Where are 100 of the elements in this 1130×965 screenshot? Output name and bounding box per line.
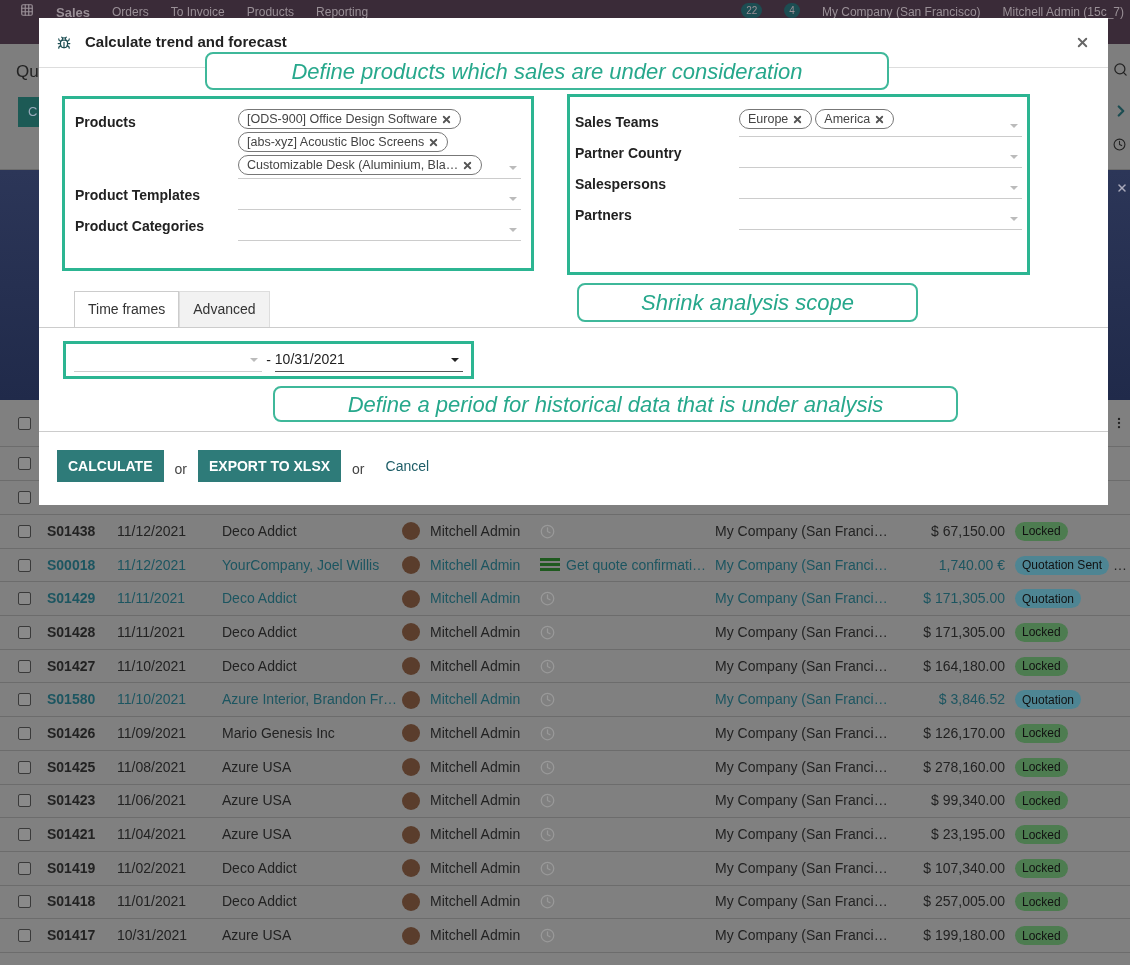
remove-icon[interactable] [874,113,886,125]
order-total: $ 199,180.00 [922,926,1005,946]
order-total: $ 171,305.00 [922,622,1005,642]
order-number: S01438 [47,521,97,541]
field-label: Products [75,113,137,132]
close-icon[interactable] [1116,182,1128,194]
menu-item[interactable]: Reporting [316,3,369,21]
select-field[interactable]: Europe America [739,109,1022,137]
avatar [402,758,420,777]
checkbox[interactable] [18,625,31,639]
avatar [402,859,420,878]
menu-item[interactable]: To Invoice [170,3,225,21]
salesperson-name: Mitchell Admin [430,589,522,609]
remove-icon[interactable] [428,136,440,148]
company-name: My Company (San Franci… [715,521,889,541]
checkbox[interactable] [18,794,31,808]
cancel-link[interactable]: Cancel [375,455,440,477]
checkbox[interactable] [18,760,31,774]
checkbox[interactable] [18,726,31,740]
checkbox[interactable] [18,828,31,842]
user-menu[interactable]: Mitchell Admin (15c_7) [1002,3,1124,21]
order-date: 11/11/2021 [117,589,186,609]
more-indicator: … [1113,555,1128,575]
status-badge: Locked [1015,757,1068,777]
clock-icon[interactable] [1113,138,1126,151]
salesperson-name: Mitchell Admin [430,555,522,575]
checkbox[interactable] [18,457,31,470]
customer-name: Deco Addict [222,892,298,912]
status-badge: Locked [1015,656,1068,676]
activity-icon[interactable] [540,558,560,573]
order-date: 11/08/2021 [117,757,188,777]
order-number: S01426 [47,723,97,743]
status-badge: Locked [1015,926,1068,946]
order-total: $ 278,160.00 [922,757,1005,777]
caret-icon [509,166,517,170]
salesperson-name: Mitchell Admin [430,791,522,811]
company-switcher[interactable]: My Company (San Francisco) [821,3,981,21]
date-to-field[interactable]: 10/31/2021 [274,348,463,372]
remove-icon[interactable] [462,159,474,171]
status-badge: Quotation Sent [1015,555,1110,575]
order-date: 11/10/2021 [117,690,188,710]
order-number: S01419 [47,858,97,878]
customer-name: YourCompany, Joel Willis [222,555,381,575]
checkbox[interactable] [18,416,31,430]
caret-icon [1010,124,1018,128]
company-name: My Company (San Franci… [715,622,889,642]
field-label: Partners [575,206,633,225]
search-icon[interactable] [1113,62,1128,77]
select-field[interactable]: [ODS-900] Office Design Software [abs-xyz] Acoustic Bloc Screens Customizable Desk (Aluminium, Bla… [238,109,521,179]
menu-item[interactable]: Products [246,3,295,21]
order-total: 1,740.00 € [937,555,1005,575]
callout: Shrink analysis scope [577,283,918,322]
customer-name: Deco Addict [222,858,298,878]
checkbox[interactable] [18,929,31,943]
tab[interactable]: Advanced [179,291,270,327]
salesperson-name: Mitchell Admin [430,825,522,845]
company-name: My Company (San Franci… [715,723,889,743]
checkbox[interactable] [18,693,31,707]
bug-icon[interactable] [57,35,71,50]
order-number: S01418 [47,892,97,912]
checkbox[interactable] [18,592,31,606]
tab[interactable]: Time frames [74,291,180,327]
remove-icon[interactable] [441,113,453,125]
close-icon[interactable] [1075,35,1090,50]
customer-name: Azure USA [222,926,293,946]
checkbox[interactable] [18,491,31,504]
company-name: My Company (San Franci… [715,555,889,575]
avatar [402,690,420,709]
activity-count[interactable]: 4 [784,3,800,18]
salesperson-name: Mitchell Admin [430,521,522,541]
order-number: S01417 [47,926,97,946]
order-total: $ 3,846.52 [937,690,1005,710]
order-number: S01580 [47,690,97,710]
discuss-count[interactable]: 22 [741,3,763,18]
company-name: My Company (San Franci… [715,791,889,811]
company-name: My Company (San Franci… [715,656,889,676]
caret-icon [451,358,459,362]
caret-icon [509,197,517,201]
salesperson-name: Mitchell Admin [430,622,522,642]
checkbox[interactable] [18,524,31,538]
action-button[interactable]: EXPORT TO XLSX [197,450,342,482]
order-date: 10/31/2021 [117,926,189,946]
action-button[interactable]: CALCULATE [57,450,164,482]
remove-icon[interactable] [792,113,804,125]
order-total: $ 164,180.00 [922,656,1005,676]
order-total: $ 107,340.00 [922,858,1005,878]
caret-icon [1010,217,1018,221]
checkbox[interactable] [18,861,31,875]
checkbox[interactable] [18,895,31,909]
caret-icon [250,358,259,362]
checkbox[interactable] [18,659,31,673]
avatar [402,724,420,743]
order-date: 11/06/2021 [117,791,188,811]
order-total: $ 171,305.00 [922,589,1005,609]
menu-item[interactable]: Orders [112,3,149,21]
customer-name: Deco Addict [222,622,298,642]
checkbox[interactable] [18,558,31,572]
caret-icon [1010,155,1018,159]
status-badge: Locked [1015,723,1068,743]
apps-menu-icon[interactable] [20,3,34,17]
